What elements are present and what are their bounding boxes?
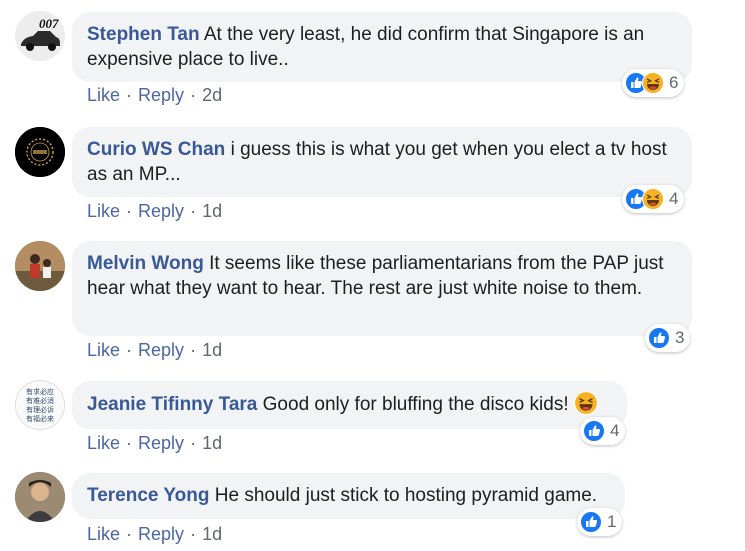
like-link[interactable]: Like — [87, 85, 120, 105]
separator: · — [190, 85, 197, 105]
reply-link[interactable]: Reply — [138, 201, 184, 221]
comment-bubble: Terence Yong He should just stick to hos… — [72, 473, 625, 519]
avatar[interactable]: 有求必应 有难必消 有理必诉 有福必来 — [15, 380, 65, 430]
reaction-count: 1 — [607, 512, 617, 531]
avatar-logo-text: 007 — [39, 16, 59, 31]
comment-actions: Like · Reply · 1d — [87, 201, 222, 222]
timestamp[interactable]: 1d — [202, 524, 222, 544]
comment-author[interactable]: Stephen Tan — [87, 24, 200, 45]
timestamp[interactable]: 1d — [202, 340, 222, 360]
avatar[interactable]: 007 — [15, 11, 65, 61]
separator: · — [190, 524, 197, 544]
separator: · — [190, 340, 197, 360]
reply-link[interactable]: Reply — [138, 524, 184, 544]
timestamp[interactable]: 2d — [202, 85, 222, 105]
comment-author[interactable]: Melvin Wong — [87, 253, 204, 274]
haha-icon — [642, 188, 664, 210]
comment-actions: Like · Reply · 2d — [87, 85, 222, 106]
reply-link[interactable]: Reply — [138, 85, 184, 105]
reply-link[interactable]: Reply — [138, 433, 184, 453]
reaction-summary[interactable]: 4 — [580, 417, 626, 445]
comment-actions: Like · Reply · 1d — [87, 524, 222, 545]
comment-bubble: Melvin Wong It seems like these parliame… — [72, 241, 692, 336]
separator: · — [190, 433, 197, 453]
comment-author[interactable]: Curio WS Chan — [87, 139, 225, 160]
avatar-calligraphy-image: 有求必应 有难必消 有理必诉 有福必来 — [16, 381, 64, 429]
separator: · — [126, 433, 133, 453]
comment-actions: Like · Reply · 1d — [87, 340, 222, 361]
separator: · — [126, 340, 133, 360]
reaction-summary[interactable]: 4 — [622, 185, 685, 213]
laughing-emoji-icon — [574, 391, 598, 415]
avatar[interactable] — [15, 241, 65, 291]
reply-link[interactable]: Reply — [138, 340, 184, 360]
separator: · — [190, 201, 197, 221]
reaction-count: 4 — [669, 189, 679, 208]
like-icon — [648, 327, 670, 349]
avatar[interactable] — [15, 127, 65, 177]
separator: · — [126, 85, 133, 105]
like-link[interactable]: Like — [87, 201, 120, 221]
like-link[interactable]: Like — [87, 340, 120, 360]
timestamp[interactable]: 1d — [202, 201, 222, 221]
avatar-photo — [15, 472, 65, 522]
avatar-text-line: 有福必来 — [26, 414, 54, 423]
avatar-text-line: 有理必诉 — [26, 405, 54, 414]
comment-bubble: Stephen Tan At the very least, he did co… — [72, 12, 692, 82]
like-icon — [580, 511, 602, 533]
comment-bubble: Curio WS Chan i guess this is what you g… — [72, 127, 692, 197]
comment-text: He should just stick to hosting pyramid … — [214, 485, 598, 506]
avatar-text-line: 有求必应 — [26, 387, 54, 396]
avatar-text-line: 有难必消 — [26, 396, 54, 405]
avatar-badge-image — [15, 127, 65, 177]
like-link[interactable]: Like — [87, 433, 120, 453]
comment-bubble: Jeanie Tifinny Tara Good only for bluffi… — [72, 381, 627, 429]
separator: · — [126, 524, 133, 544]
like-link[interactable]: Like — [87, 524, 120, 544]
separator: · — [126, 201, 133, 221]
reaction-summary[interactable]: 3 — [645, 324, 691, 352]
comment-text: Good only for bluffing the disco kids! — [262, 394, 569, 415]
reaction-count: 6 — [669, 73, 679, 92]
timestamp[interactable]: 1d — [202, 433, 222, 453]
comment-author[interactable]: Jeanie Tifinny Tara — [87, 394, 257, 415]
reaction-count: 4 — [610, 421, 620, 440]
reaction-count: 3 — [675, 328, 685, 347]
avatar-photo — [15, 241, 65, 291]
reaction-summary[interactable]: 1 — [577, 508, 623, 536]
like-icon — [583, 420, 605, 442]
avatar[interactable] — [15, 472, 65, 522]
avatar-car-image: 007 — [15, 11, 65, 61]
comment-actions: Like · Reply · 1d — [87, 433, 222, 454]
haha-icon — [642, 72, 664, 94]
comment-author[interactable]: Terence Yong — [87, 485, 209, 506]
reaction-summary[interactable]: 6 — [622, 69, 685, 97]
